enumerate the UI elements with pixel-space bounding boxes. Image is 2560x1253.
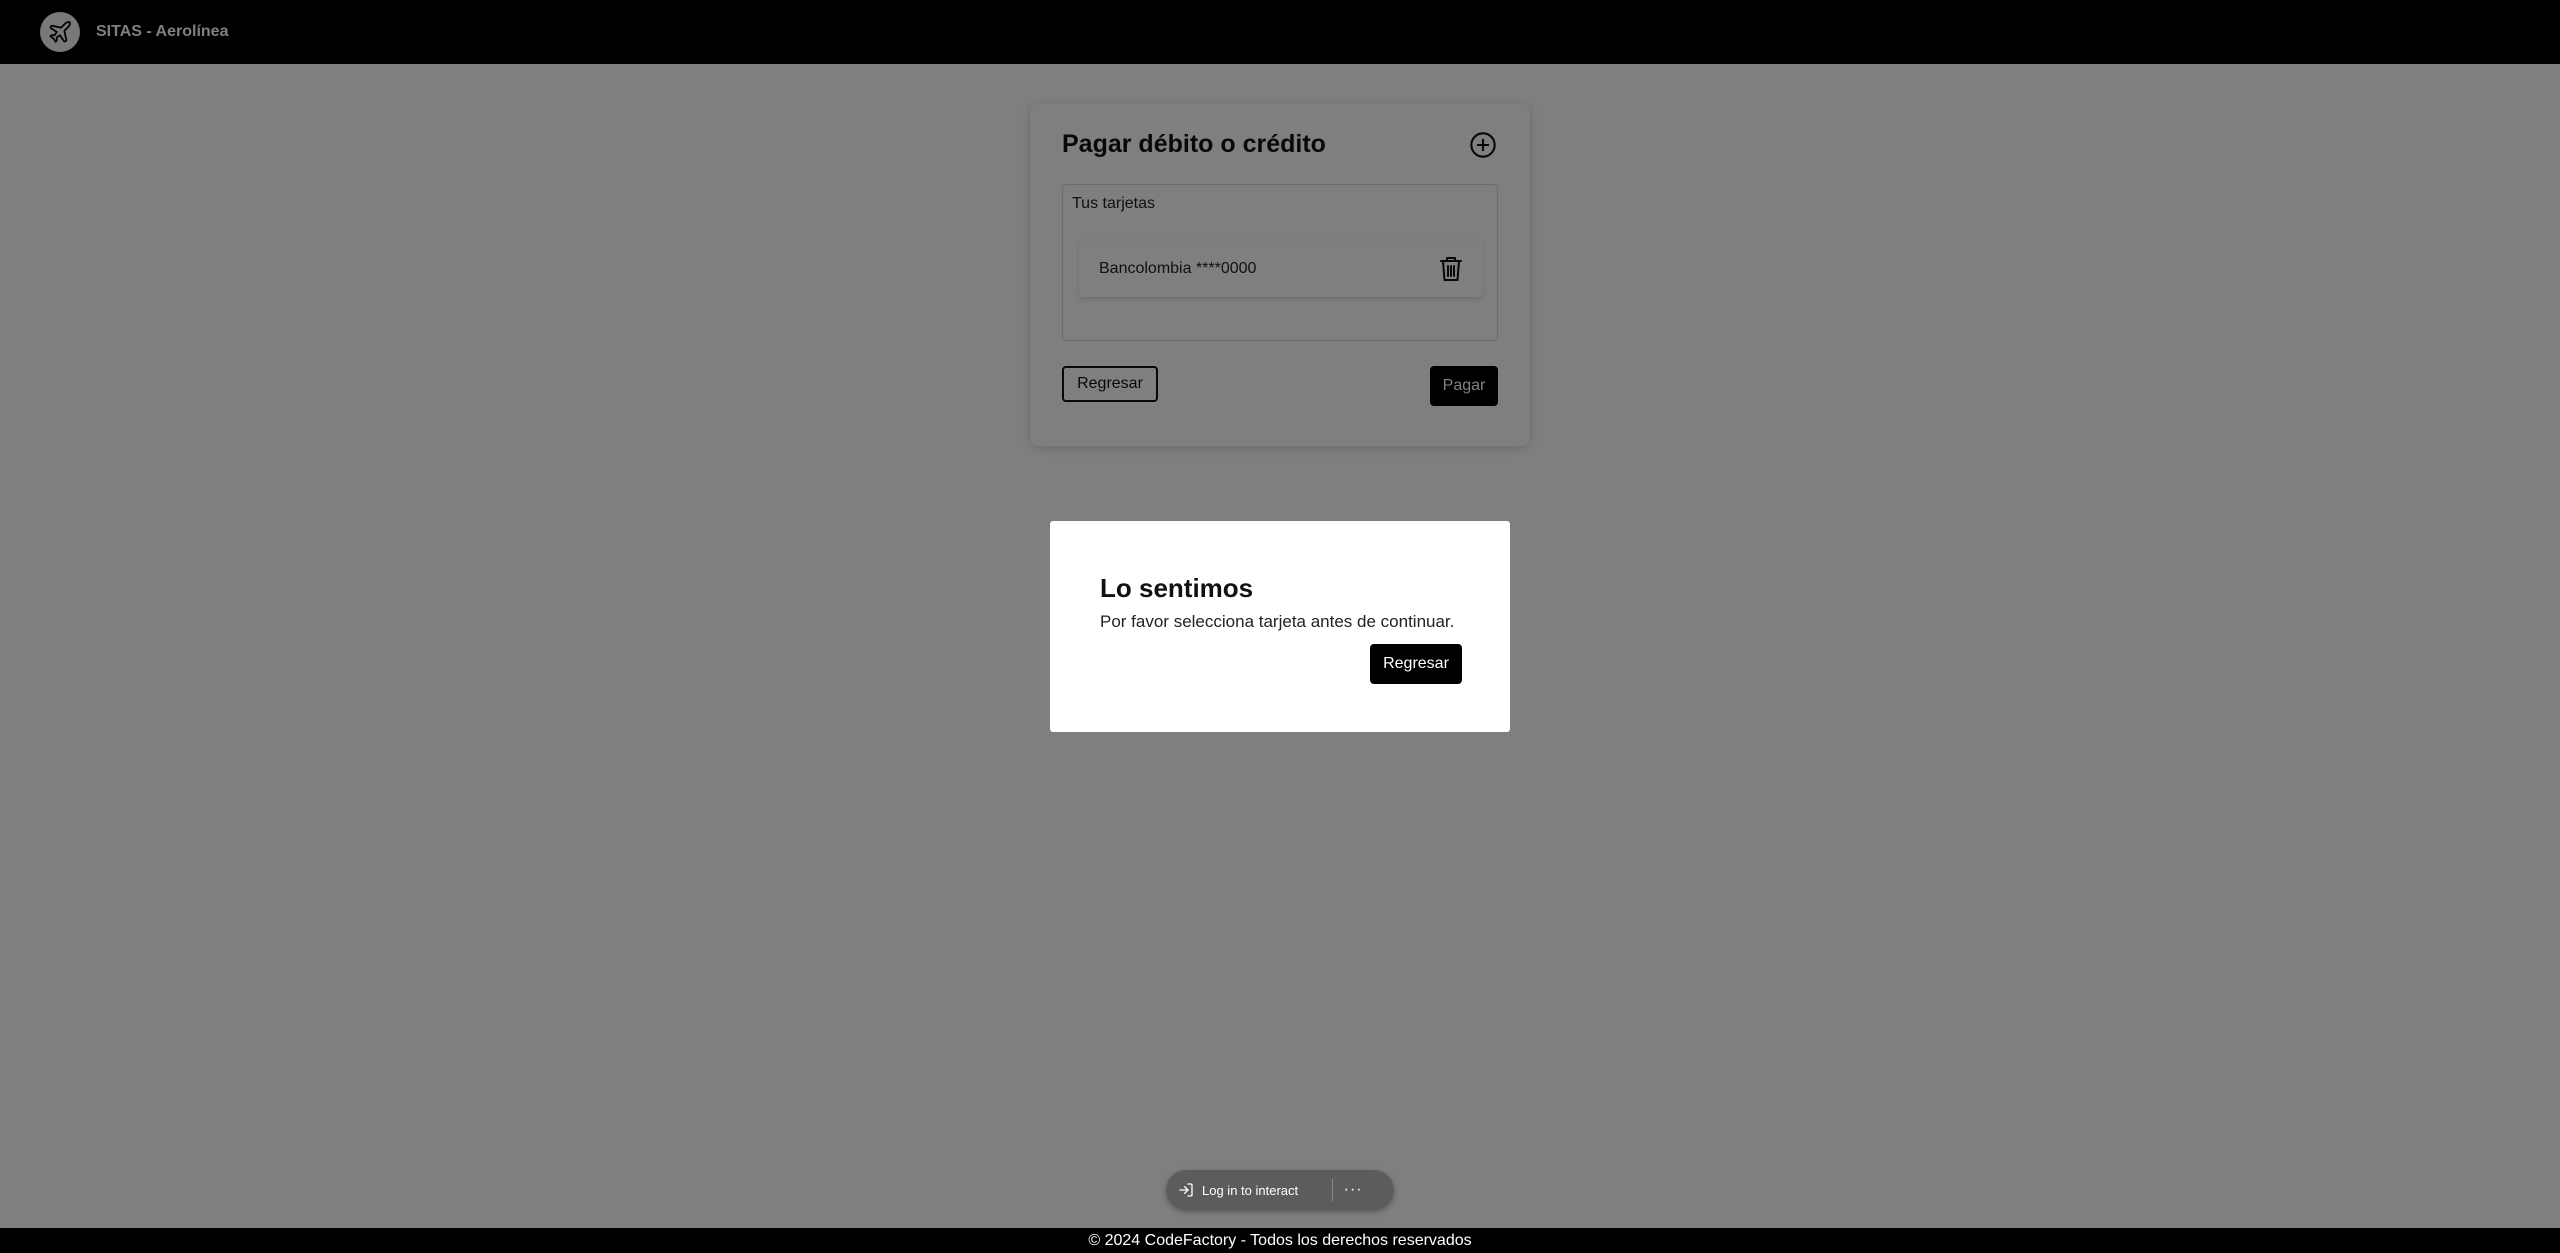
login-icon (1179, 1183, 1193, 1197)
dialog-message: Por favor selecciona tarjeta antes de co… (1100, 612, 1455, 631)
more-icon[interactable]: ··· (1333, 1170, 1373, 1210)
dialog-back-button[interactable]: Regresar (1370, 644, 1462, 684)
dialog-title: Lo sentimos (1100, 573, 1254, 603)
login-label: Log in to interact (1202, 1182, 1299, 1198)
floating-login-bar: Log in to interact ··· (1166, 1170, 1394, 1210)
footer-text: © 2024 CodeFactory - Todos los derechos … (1088, 1231, 1472, 1249)
footer: © 2024 CodeFactory - Todos los derechos … (0, 1228, 2560, 1253)
error-dialog: Lo sentimos Por favor selecciona tarjeta… (1050, 521, 1510, 732)
login-button[interactable]: Log in to interact (1178, 1182, 1298, 1198)
